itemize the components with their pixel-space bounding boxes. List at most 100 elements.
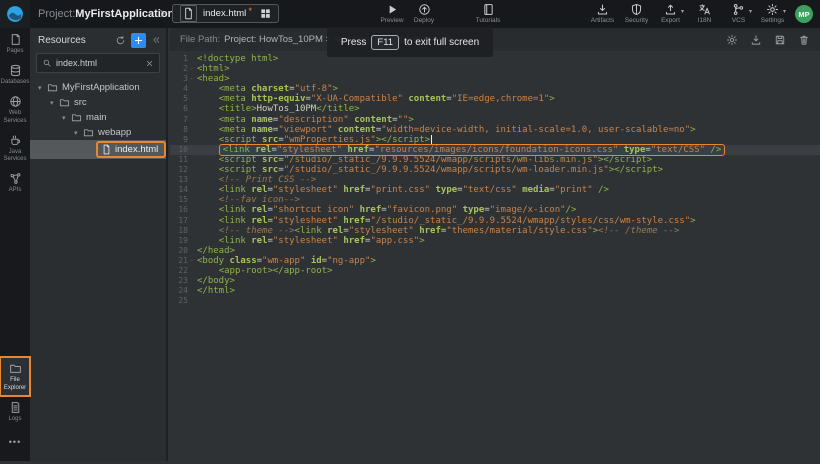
refresh-icon[interactable] bbox=[115, 35, 126, 46]
action-artifacts[interactable]: Artifacts bbox=[587, 3, 618, 24]
code-token bbox=[197, 104, 219, 114]
code-token: ></script> bbox=[609, 165, 663, 175]
code-token bbox=[197, 115, 219, 125]
line-number: 16 bbox=[170, 205, 188, 215]
code-line-23[interactable]: 23</body> bbox=[170, 276, 820, 286]
code-line-22[interactable]: 22 <app-root></app-root> bbox=[170, 266, 820, 276]
tree-expand-caret[interactable]: ▾ bbox=[50, 99, 59, 107]
save-icon[interactable] bbox=[774, 34, 786, 46]
code-line-2[interactable]: 2-<html> bbox=[170, 64, 820, 74]
code-line-12[interactable]: 12 <script src="/studio/_static_/9.9.9.5… bbox=[170, 165, 820, 175]
sidebar-item-apis[interactable]: APIs bbox=[0, 167, 30, 198]
sidebar-item-file-explorer[interactable]: File Explorer bbox=[0, 357, 30, 395]
code-line-1[interactable]: 1<!doctype html> bbox=[170, 54, 820, 64]
code-line-19[interactable]: 19 <link rel="stylesheet" href="app.css"… bbox=[170, 236, 820, 246]
code-line-21[interactable]: 21-<body class="wm-app" id="ng-app"> bbox=[170, 256, 820, 266]
code-token: src bbox=[262, 165, 278, 175]
code-token: > bbox=[370, 256, 375, 266]
code-token: "stylesheet" bbox=[277, 145, 342, 155]
code-token: "stylesheet" bbox=[273, 185, 338, 195]
code-line-14[interactable]: 14 <link rel="stylesheet" href="print.cs… bbox=[170, 185, 820, 195]
tree-expand-caret[interactable]: ▾ bbox=[62, 114, 71, 122]
resource-search-box[interactable] bbox=[36, 53, 160, 73]
code-line-3[interactable]: 3-<head> bbox=[170, 74, 820, 84]
tree-item-index-html[interactable]: index.html bbox=[30, 140, 166, 159]
code-line-16[interactable]: 16 <link rel="shortcut icon" href="favic… bbox=[170, 205, 820, 215]
clear-search-icon[interactable] bbox=[145, 59, 154, 68]
code-line-18[interactable]: 18 <!-- theme --><link rel="stylesheet" … bbox=[170, 226, 820, 236]
sidebar-more-button[interactable]: ••• bbox=[9, 427, 21, 461]
tree-item-webapp[interactable]: ▾webapp bbox=[30, 125, 166, 140]
tree-item-src[interactable]: ▾src bbox=[30, 95, 166, 110]
code-line-10[interactable]: 10 <link rel="stylesheet" href="resource… bbox=[170, 145, 820, 155]
action-label: Tutorials bbox=[476, 17, 501, 24]
fold-marker[interactable]: - bbox=[188, 74, 195, 84]
action-security[interactable]: Security bbox=[621, 3, 652, 24]
code-token: media bbox=[522, 185, 549, 195]
code-line-8[interactable]: 8 <meta name="viewport" content="width=d… bbox=[170, 125, 820, 135]
code-line-13[interactable]: 13 <!-- Print CSS --> bbox=[170, 175, 820, 185]
action-export[interactable]: ▾Export bbox=[655, 3, 686, 24]
code-token: /> bbox=[705, 145, 721, 155]
code-line-6[interactable]: 6 <title>HowTos_10PM</title> bbox=[170, 104, 820, 114]
code-line-text: <meta http-equiv="X-UA-Compatible" conte… bbox=[195, 94, 555, 104]
code-token: </body> bbox=[197, 276, 235, 286]
code-token: /> bbox=[566, 205, 577, 215]
app-logo[interactable] bbox=[0, 0, 30, 28]
collapse-panel-icon[interactable] bbox=[151, 35, 161, 45]
tree-expand-caret[interactable]: ▾ bbox=[74, 129, 83, 137]
sidebar-item-label: Logs bbox=[8, 416, 21, 423]
code-line-20[interactable]: 20</head> bbox=[170, 246, 820, 256]
code-token: "print" bbox=[555, 185, 593, 195]
sidebar-item-java-services[interactable]: Java Services bbox=[0, 129, 30, 167]
code-token: content bbox=[338, 125, 376, 135]
action-i18n[interactable]: I18N bbox=[689, 3, 720, 24]
code-token bbox=[197, 175, 219, 185]
fold-marker[interactable]: - bbox=[188, 256, 195, 266]
code-line-15[interactable]: 15 <!--fav icon--> bbox=[170, 195, 820, 205]
action-settings[interactable]: ▾Settings bbox=[757, 3, 788, 24]
code-line-5[interactable]: 5 <meta http-equiv="X-UA-Compatible" con… bbox=[170, 94, 820, 104]
tree-item-myfirstapplication[interactable]: ▾MyFirstApplication bbox=[30, 80, 166, 95]
sidebar-item-web-services[interactable]: Web Services bbox=[0, 90, 30, 128]
tree-expand-caret[interactable]: ▾ bbox=[38, 84, 47, 92]
action-tutorials[interactable]: Tutorials bbox=[468, 3, 508, 24]
code-line-7[interactable]: 7 <meta name="description" content=""> bbox=[170, 115, 820, 125]
sidebar-item-logs[interactable]: Logs bbox=[0, 396, 30, 427]
tab-label: index.html bbox=[203, 8, 246, 19]
line-number: 20 bbox=[170, 246, 188, 256]
add-resource-button[interactable] bbox=[131, 33, 146, 48]
code-editor[interactable]: 1<!doctype html>2-<html>3-<head>4 <meta … bbox=[170, 51, 820, 464]
action-deploy[interactable]: Deploy bbox=[404, 3, 444, 24]
code-line-24[interactable]: 24</html> bbox=[170, 286, 820, 296]
code-token: "text/CSS" bbox=[651, 145, 705, 155]
avatar[interactable]: MP bbox=[795, 5, 813, 23]
code-line-4[interactable]: 4 <meta charset="utf-8"> bbox=[170, 84, 820, 94]
action-vcs[interactable]: ▾VCS bbox=[723, 3, 754, 24]
code-token: type bbox=[435, 185, 457, 195]
line-number: 8 bbox=[170, 125, 188, 135]
sidebar-item-pages[interactable]: Pages bbox=[0, 28, 30, 59]
code-line-25[interactable]: 25 bbox=[170, 296, 820, 306]
code-token: </title> bbox=[316, 104, 359, 114]
code-line-11[interactable]: 11 <script src="/studio/_static_/9.9.9.5… bbox=[170, 155, 820, 165]
gear-icon[interactable] bbox=[726, 34, 738, 46]
action-label: Settings bbox=[761, 17, 785, 24]
translate-icon bbox=[698, 3, 711, 16]
code-token: "" bbox=[398, 115, 409, 125]
sidebar-item-databases[interactable]: Databases bbox=[0, 59, 30, 90]
trash-icon[interactable] bbox=[798, 34, 810, 46]
grid-icon[interactable] bbox=[260, 8, 271, 19]
download-icon[interactable] bbox=[750, 34, 762, 46]
fold-marker[interactable]: - bbox=[188, 64, 195, 74]
code-token bbox=[197, 266, 219, 276]
code-line-17[interactable]: 17 <link rel="stylesheet" href="/studio/… bbox=[170, 216, 820, 226]
tree-item-main[interactable]: ▾main bbox=[30, 110, 166, 125]
search-input[interactable] bbox=[56, 58, 141, 68]
tab-index-html[interactable]: index.html * bbox=[172, 4, 279, 23]
code-line-text: <!--fav icon--> bbox=[195, 195, 300, 205]
line-number: 13 bbox=[170, 175, 188, 185]
code-token: <meta bbox=[219, 115, 252, 125]
code-line-text: <body class="wm-app" id="ng-app"> bbox=[195, 256, 376, 266]
line-number: 18 bbox=[170, 226, 188, 236]
